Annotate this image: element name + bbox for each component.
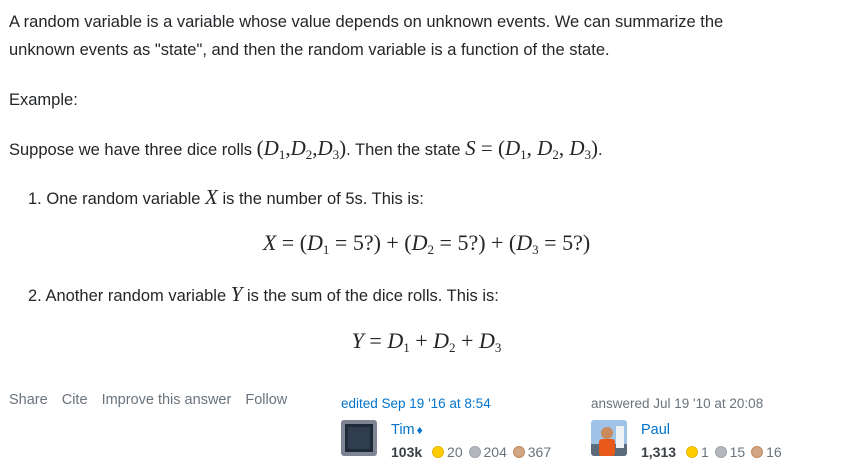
list-text-before: One random variable bbox=[46, 190, 206, 208]
example-label: Example: bbox=[9, 91, 78, 109]
bronze-badge-icon bbox=[512, 446, 525, 458]
state-formula: S = (D1, D2, D3) bbox=[465, 136, 598, 162]
silver-badge-icon bbox=[468, 446, 481, 458]
intro-line-2: unknown events as "state", and then the … bbox=[9, 41, 610, 59]
equation-x: X = (D1 = 5?) + (D2 = 5?) + (D3 = 5?) bbox=[262, 230, 591, 257]
gold-badge-icon bbox=[432, 446, 445, 458]
list-number: 1. bbox=[28, 190, 42, 208]
variable-x: X bbox=[205, 185, 218, 209]
silver-badge-count: 15 bbox=[729, 444, 746, 460]
suppose-paragraph: Suppose we have three dice rolls (D1,D2,… bbox=[9, 134, 603, 165]
bronze-badge-icon bbox=[751, 446, 764, 458]
silver-badge-icon bbox=[714, 446, 727, 458]
dice-tuple-formula: (D1,D2,D3) bbox=[256, 136, 347, 162]
post-menu: Share Cite Improve this answer Follow bbox=[9, 392, 297, 408]
edited-timestamp-link[interactable]: edited Sep 19 '16 at 8:54 bbox=[341, 396, 491, 411]
bronze-badge-count: 16 bbox=[766, 444, 782, 460]
editor-card: edited Sep 19 '16 at 8:54 Tim ♦ 103k 20 2… bbox=[341, 396, 551, 460]
reputation-score: 103k bbox=[391, 444, 423, 460]
cite-link[interactable]: Cite bbox=[62, 392, 88, 408]
author-avatar-image bbox=[591, 420, 627, 456]
intro-line-1: A random variable is a variable whose va… bbox=[9, 13, 724, 31]
gold-badge-count: 1 bbox=[700, 444, 709, 460]
moderator-diamond-icon: ♦ bbox=[416, 423, 423, 437]
answered-timestamp: answered Jul 19 '10 at 20:08 bbox=[591, 396, 764, 411]
author-name-link[interactable]: Paul bbox=[641, 422, 670, 438]
author-card: answered Jul 19 '10 at 20:08 Paul 1,313 … bbox=[591, 396, 782, 460]
list-text-before: Another random variable bbox=[45, 287, 231, 305]
list-text-after: is the sum of the dice rolls. This is: bbox=[242, 287, 499, 305]
suppose-text-middle: . Then the state bbox=[346, 141, 466, 159]
gold-badge-icon bbox=[685, 446, 698, 458]
gold-badge-count: 20 bbox=[447, 444, 463, 460]
avatar[interactable] bbox=[341, 420, 377, 456]
share-link[interactable]: Share bbox=[9, 392, 48, 408]
editor-avatar-image bbox=[341, 420, 377, 456]
list-item: 1. One random variable X is the number o… bbox=[28, 185, 424, 210]
silver-badge-count: 204 bbox=[483, 444, 507, 460]
equation-y: Y = D1 + D2 + D3 bbox=[351, 328, 502, 355]
editor-stats: 103k 20 204 367 bbox=[391, 444, 551, 460]
reputation-score: 1,313 bbox=[641, 444, 677, 460]
avatar[interactable] bbox=[591, 420, 627, 456]
editor-name-link[interactable]: Tim ♦ bbox=[391, 422, 423, 438]
author-stats: 1,313 1 15 16 bbox=[641, 444, 782, 460]
follow-link[interactable]: Follow bbox=[245, 392, 287, 408]
list-number: 2. bbox=[28, 287, 42, 305]
bronze-badge-count: 367 bbox=[527, 444, 552, 460]
variable-y: Y bbox=[230, 282, 243, 306]
list-text-after: is the number of 5s. This is: bbox=[217, 190, 424, 208]
suppose-text-before: Suppose we have three dice rolls bbox=[9, 141, 257, 159]
improve-answer-link[interactable]: Improve this answer bbox=[102, 392, 232, 408]
list-item: 2. Another random variable Y is the sum … bbox=[28, 282, 499, 307]
suppose-text-end: . bbox=[597, 141, 603, 159]
